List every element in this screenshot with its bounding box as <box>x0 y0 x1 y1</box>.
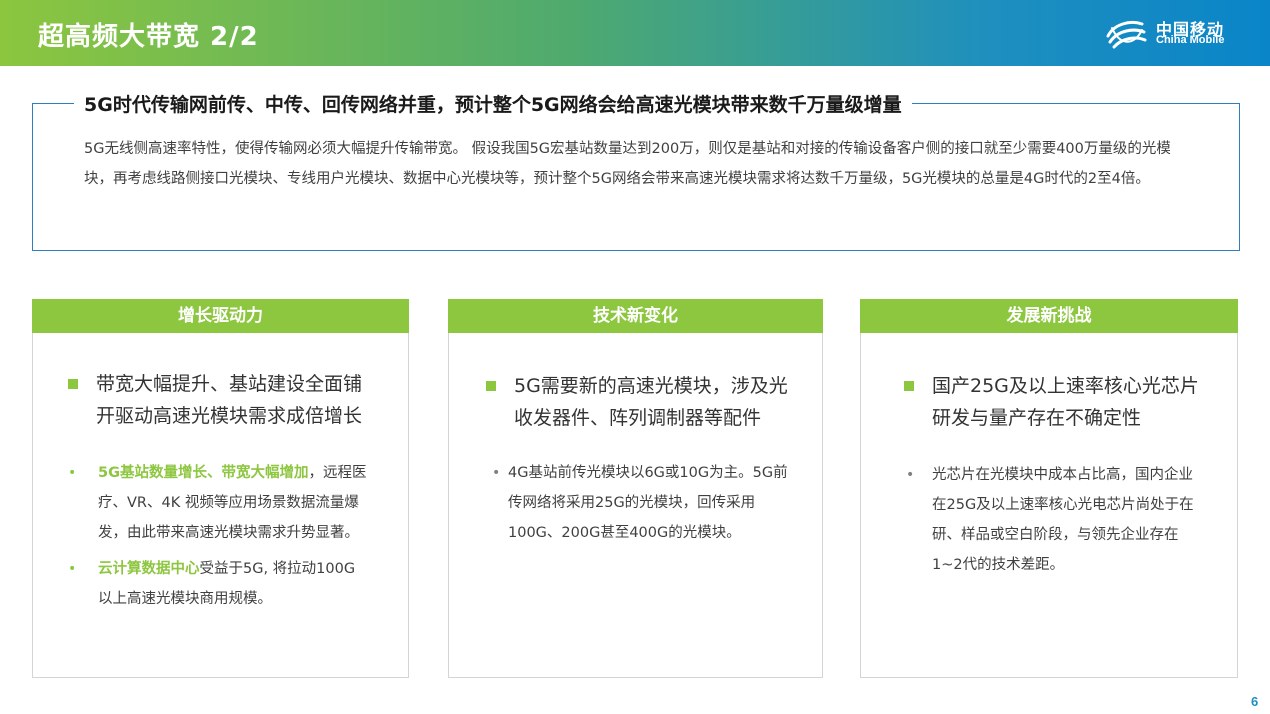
summary-heading: 5G时代传输网前传、中传、回传网络并重，预计整个5G网络会给高速光模块带来数千万… <box>74 90 912 117</box>
card-title: 增长驱动力 <box>32 299 409 333</box>
main-point-line: 研发与量产存在不确定性 <box>932 407 1142 429</box>
main-point-line: 开驱动高速光模块需求成倍增长 <box>96 405 363 427</box>
card-sub-list: • 光芯片在光模块中成本占比高，国内企业在25G及以上速率核心光电芯片尚处于在研… <box>906 460 1194 586</box>
card-main-point: 5G需要新的高速光模块，涉及光 收发器件、阵列调制器等配件 <box>486 370 788 434</box>
card-title: 技术新变化 <box>448 299 823 333</box>
bullet-dot-icon: • <box>68 561 77 577</box>
list-item: • 5G基站数量增长、带宽大幅增加，远程医疗、VR、4K 视频等应用场景数据流量… <box>68 458 368 548</box>
list-item: • 云计算数据中心受益于5G, 将拉动100G以上高速光模块商用规模。 <box>68 554 368 614</box>
bullet-dot-icon: • <box>492 465 501 481</box>
bullet-dot-icon: • <box>68 465 77 481</box>
list-item-text: 光芯片在光模块中成本占比高，国内企业在25G及以上速率核心光电芯片尚处于在研、样… <box>932 467 1194 573</box>
square-bullet-icon <box>68 379 78 389</box>
page-number: 6 <box>1251 694 1259 709</box>
card-main-point: 国产25G及以上速率核心光芯片 研发与量产存在不确定性 <box>904 370 1199 434</box>
logo-text-en: China Mobile <box>1156 34 1225 46</box>
main-point-line: 带宽大幅提升、基站建设全面铺 <box>96 373 363 395</box>
square-bullet-icon <box>904 381 914 391</box>
card-sub-list: • 5G基站数量增长、带宽大幅增加，远程医疗、VR、4K 视频等应用场景数据流量… <box>68 458 368 620</box>
highlight-text: 云计算数据中心 <box>98 561 200 577</box>
square-bullet-icon <box>486 381 496 391</box>
main-point-line: 收发器件、阵列调制器等配件 <box>514 407 762 429</box>
card-main-point: 带宽大幅提升、基站建设全面铺 开驱动高速光模块需求成倍增长 <box>68 368 363 432</box>
china-mobile-logo-icon <box>1106 21 1147 49</box>
list-item-text: 4G基站前传光模块以6G或10G为主。5G前传网络将采用25G的光模块，回传采用… <box>508 465 788 541</box>
card-sub-list: • 4G基站前传光模块以6G或10G为主。5G前传网络将采用25G的光模块，回传… <box>492 458 798 554</box>
main-point-line: 5G需要新的高速光模块，涉及光 <box>514 375 788 397</box>
china-mobile-logo: 中国移动 China Mobile <box>1104 16 1249 52</box>
list-item: • 4G基站前传光模块以6G或10G为主。5G前传网络将采用25G的光模块，回传… <box>492 458 798 548</box>
summary-text: 5G无线侧高速率特性，使得传输网必须大幅提升传输带宽。 假设我国5G宏基站数量达… <box>84 141 1171 187</box>
main-point-line: 国产25G及以上速率核心光芯片 <box>932 375 1199 397</box>
list-item: • 光芯片在光模块中成本占比高，国内企业在25G及以上速率核心光电芯片尚处于在研… <box>906 460 1194 580</box>
page-title: 超高频大带宽 2/2 <box>38 22 259 52</box>
card-title: 发展新挑战 <box>860 299 1238 333</box>
bullet-dot-icon: • <box>906 467 915 483</box>
header-bar: 超高频大带宽 2/2 中国移动 China Mobile <box>0 0 1270 66</box>
highlight-text: 5G基站数量增长、带宽大幅增加 <box>98 465 309 481</box>
